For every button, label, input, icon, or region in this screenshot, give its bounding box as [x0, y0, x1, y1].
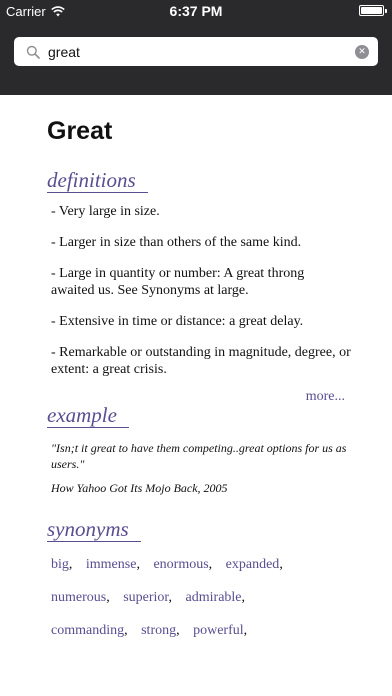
search-input[interactable] [40, 37, 355, 66]
synonym-link[interactable]: commanding [51, 623, 124, 638]
synonyms-row: commanding, strong, powerful, [51, 623, 248, 638]
definitions-heading: definitions [47, 168, 148, 193]
synonyms-heading: synonyms [47, 517, 141, 542]
example-quote: "Isn;t it great to have them competing..… [51, 441, 347, 471]
example-source: How Yahoo Got Its Mojo Back, 2005 [51, 481, 228, 495]
definition-item: - Large in quantity or number: A great t… [51, 266, 305, 298]
synonym-link[interactable]: admirable [186, 590, 242, 605]
definitions-list: - Very large in size. - Larger in size t… [51, 203, 351, 392]
synonym-link[interactable]: powerful [193, 623, 244, 638]
search-icon [26, 45, 40, 59]
clear-icon[interactable]: ✕ [355, 44, 369, 59]
synonym-link[interactable]: strong [141, 623, 176, 638]
synonym-link[interactable]: immense [86, 557, 137, 572]
word-title: Great [47, 117, 113, 145]
synonym-link[interactable]: numerous [51, 590, 106, 605]
more-definitions-link[interactable]: more... [306, 389, 345, 405]
definition-item: - Extensive in time or distance: a great… [51, 314, 304, 329]
synonyms-row: big, immense, enormous, expanded, [51, 557, 283, 572]
example-heading: example [47, 403, 129, 428]
definition-item: - Remarkable or outstanding in magnitude… [51, 345, 351, 377]
clock: 6:37 PM [169, 3, 223, 19]
search-bar[interactable]: ✕ [14, 37, 378, 66]
synonym-link[interactable]: expanded [226, 557, 280, 572]
battery-fill [361, 7, 382, 14]
status-bar: Carrier 6:37 PM [0, 0, 392, 22]
synonym-link[interactable]: big [51, 557, 69, 572]
definition-item: - Larger in size than others of the same… [51, 235, 302, 250]
synonyms-row: numerous, superior, admirable, [51, 590, 246, 605]
battery-icon [359, 5, 387, 16]
synonym-link[interactable]: superior [123, 590, 168, 605]
synonym-link[interactable]: enormous [153, 557, 208, 572]
header: Carrier 6:37 PM ✕ [0, 0, 392, 95]
definition-item: - Very large in size. [51, 204, 160, 219]
